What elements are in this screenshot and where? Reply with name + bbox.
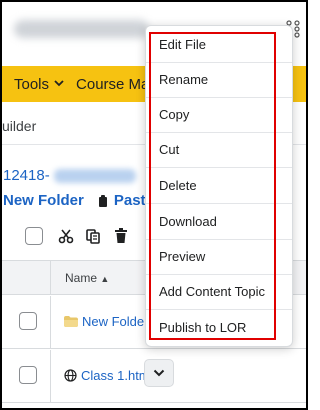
menu-item-edit-file[interactable]: Edit File: [146, 27, 292, 62]
column-divider: [50, 296, 51, 348]
page-title-redacted: [14, 20, 149, 38]
clipboard-icon: [98, 194, 107, 207]
course-code: 12418-: [3, 167, 50, 184]
menu-item-preview[interactable]: Preview: [146, 239, 292, 274]
row-actions-button[interactable]: [144, 359, 174, 387]
nav-course-label: Course Mar: [76, 75, 155, 93]
name-header-label: Name: [65, 271, 98, 285]
menu-item-rename[interactable]: Rename: [146, 62, 292, 97]
action-bar: New Folder Paste: [3, 192, 154, 209]
menu-item-download[interactable]: Download: [146, 204, 292, 239]
menu-item-copy[interactable]: Copy: [146, 97, 292, 132]
menu-item-delete[interactable]: Delete: [146, 168, 292, 203]
scissors-icon[interactable]: [56, 226, 76, 246]
course-link[interactable]: 12418-: [3, 167, 136, 184]
file-link[interactable]: New Folder: [64, 314, 148, 329]
menu-item-add-content-topic[interactable]: Add Content Topic: [146, 274, 292, 309]
file-name: New Folder: [82, 314, 149, 329]
new-folder-button[interactable]: New Folder: [3, 192, 84, 209]
name-column-header[interactable]: Name ▲: [65, 271, 109, 285]
column-divider: [50, 350, 51, 402]
nav-tools-label: Tools: [14, 75, 50, 93]
nav-tools[interactable]: Tools: [2, 76, 64, 93]
nav-course-management[interactable]: Course Mar: [64, 76, 154, 93]
select-all-checkbox[interactable]: [25, 227, 43, 245]
copy-icon[interactable]: [83, 226, 103, 246]
file-link[interactable]: Class 1.html: [64, 368, 153, 383]
globe-icon: [64, 369, 77, 382]
menu-item-cut[interactable]: Cut: [146, 132, 292, 167]
row-checkbox[interactable]: [19, 366, 37, 384]
sort-ascending-icon: ▲: [100, 274, 110, 284]
column-divider: [50, 261, 51, 295]
file-name: Class 1.html: [81, 368, 153, 383]
course-name-redacted: [53, 168, 136, 183]
breadcrumb[interactable]: uilder: [2, 118, 36, 134]
bulk-toolbar: [25, 226, 131, 246]
context-menu: Edit File Rename Copy Cut Delete Downloa…: [145, 25, 293, 347]
row-checkbox[interactable]: [19, 312, 37, 330]
trash-icon[interactable]: [111, 226, 131, 246]
folder-icon: [64, 316, 78, 327]
menu-item-publish-to-lor[interactable]: Publish to LOR: [146, 310, 292, 345]
chevron-down-icon: [153, 369, 165, 377]
chevron-down-icon: [54, 78, 64, 90]
